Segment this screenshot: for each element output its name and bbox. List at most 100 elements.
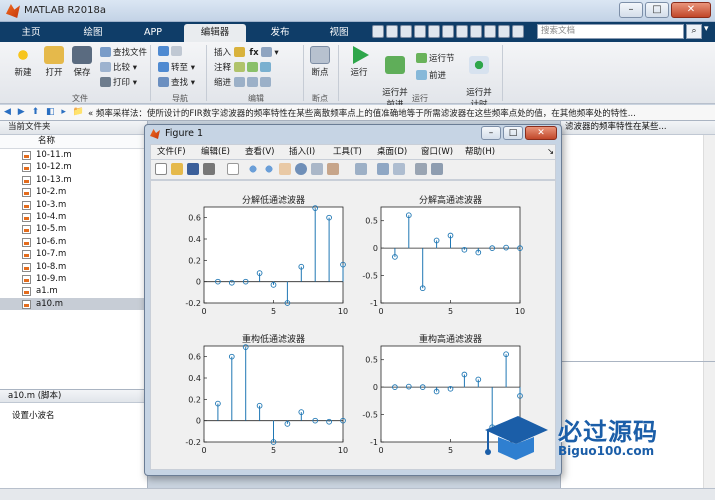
zoom-out-icon[interactable] xyxy=(263,163,275,175)
file-item[interactable]: 10-2.m xyxy=(0,186,147,198)
figure-minimize-button[interactable]: – xyxy=(481,126,501,140)
find-files-button[interactable]: 查找文件 xyxy=(100,46,147,58)
group-edit-label: 编辑 xyxy=(248,94,264,103)
brush-icon[interactable] xyxy=(327,163,339,175)
quick-access-redo-icon[interactable] xyxy=(442,25,454,38)
quick-access-menu-icon[interactable] xyxy=(512,25,524,38)
legend-icon[interactable] xyxy=(393,163,405,175)
tab-plots[interactable]: 绘图 xyxy=(64,24,122,42)
open-button[interactable]: 打开 xyxy=(40,46,68,78)
y-tick-label: 0.4 xyxy=(188,235,201,244)
tab-editor[interactable]: 编辑器 xyxy=(184,24,246,42)
name-column-header[interactable]: 名称 xyxy=(0,135,147,149)
group-run-label: 运行 xyxy=(412,94,428,103)
advance-button[interactable]: 前进 xyxy=(416,69,446,81)
quick-access-copy-icon[interactable] xyxy=(400,25,412,38)
tab-publish[interactable]: 发布 xyxy=(252,24,308,42)
watermark: 必过源码 Biguo100.com xyxy=(480,408,710,468)
file-item[interactable]: 10-7.m xyxy=(0,248,147,260)
file-item[interactable]: 10-6.m xyxy=(0,236,147,248)
maximize-button[interactable]: □ xyxy=(645,2,669,18)
breakpoints-button[interactable]: 断点 xyxy=(308,46,332,78)
file-item[interactable]: 10-4.m xyxy=(0,211,147,223)
file-list: 10-11.m 10-12.m 10-13.m 10-2.m 10-3.m 10… xyxy=(0,149,147,311)
file-item[interactable]: 10-8.m xyxy=(0,261,147,273)
m-file-icon xyxy=(22,299,31,309)
tab-home[interactable]: 主页 xyxy=(8,24,54,42)
run-section-button[interactable]: 运行节 xyxy=(416,52,455,64)
colorbar-icon[interactable] xyxy=(377,163,389,175)
indent-button[interactable]: 缩进 xyxy=(214,76,273,88)
file-item[interactable]: a1.m xyxy=(0,285,147,297)
menu-insert[interactable]: 插入(I) xyxy=(289,145,315,160)
insert-button[interactable]: 插入 fx ▾ xyxy=(214,46,279,58)
file-item[interactable]: 10-13.m xyxy=(0,174,147,186)
show-plot-tools-icon[interactable] xyxy=(431,163,443,175)
figure-close-button[interactable]: ✕ xyxy=(525,126,557,140)
comment-button[interactable]: 注释 xyxy=(214,61,273,73)
tab-view[interactable]: 视图 xyxy=(312,24,366,42)
figure-maximize-button[interactable]: □ xyxy=(503,126,523,140)
watermark-url: Biguo100.com xyxy=(558,444,655,458)
quick-access-help-icon[interactable] xyxy=(470,25,482,38)
link-plot-icon[interactable] xyxy=(355,163,367,175)
new-button[interactable]: 新建 xyxy=(8,46,38,78)
x-tick-label: 0 xyxy=(378,446,383,455)
search-icon[interactable]: ⌕ xyxy=(686,24,702,39)
menu-window[interactable]: 窗口(W) xyxy=(421,145,453,160)
quick-access-switch-icon[interactable] xyxy=(456,25,468,38)
m-file-icon xyxy=(22,250,31,260)
quick-access-paste-icon[interactable] xyxy=(414,25,426,38)
print-figure-icon[interactable] xyxy=(203,163,215,175)
file-item[interactable]: 10-11.m xyxy=(0,149,147,161)
pointer-icon[interactable] xyxy=(227,163,239,175)
quick-access-undo-icon[interactable] xyxy=(428,25,440,38)
compare-button[interactable]: 比较 ▾ xyxy=(100,61,137,73)
back-forward-buttons[interactable] xyxy=(158,46,184,57)
print-button[interactable]: 打印 ▾ xyxy=(100,76,137,88)
pan-icon[interactable] xyxy=(279,163,291,175)
menu-dock-icon[interactable]: ↘ xyxy=(547,145,554,160)
hide-plot-tools-icon[interactable] xyxy=(415,163,427,175)
search-documentation-input[interactable]: 搜索文档 xyxy=(537,24,684,39)
figure-menu-bar: 文件(F) 编辑(E) 查看(V) 插入(I) 工具(T) 桌面(D) 窗口(W… xyxy=(150,144,556,160)
quick-access-cut-icon[interactable] xyxy=(386,25,398,38)
file-item[interactable]: 10-9.m xyxy=(0,273,147,285)
quick-access-save-icon[interactable] xyxy=(372,25,384,38)
menu-edit[interactable]: 编辑(E) xyxy=(201,145,230,160)
tab-apps[interactable]: APP xyxy=(124,24,182,42)
close-button[interactable]: ✕ xyxy=(671,2,711,18)
file-item-selected[interactable]: a10.m xyxy=(0,297,147,311)
save-button[interactable]: 保存 xyxy=(68,46,96,78)
y-tick-label: 0 xyxy=(196,417,201,426)
address-path[interactable]: « 频率采样法：使所设计的FIR数字滤波器的频率特性在某些离散频率点上的值准确地… xyxy=(88,107,636,119)
data-cursor-icon[interactable] xyxy=(311,163,323,175)
rotate-3d-icon[interactable] xyxy=(295,163,307,175)
details-header: a10.m (脚本) xyxy=(0,389,148,403)
file-item[interactable]: 10-5.m xyxy=(0,223,147,235)
open-file-icon[interactable] xyxy=(171,163,183,175)
quick-access-more-icon[interactable] xyxy=(498,25,510,38)
new-figure-icon[interactable] xyxy=(155,163,167,175)
y-tick-label: 0.6 xyxy=(188,353,201,362)
menu-help[interactable]: 帮助(H) xyxy=(465,145,495,160)
file-item[interactable]: 10-12.m xyxy=(0,161,147,173)
menu-tools[interactable]: 工具(T) xyxy=(333,145,362,160)
menu-view[interactable]: 查看(V) xyxy=(245,145,274,160)
menu-file[interactable]: 文件(F) xyxy=(157,145,186,160)
run-button[interactable]: 运行 xyxy=(344,46,374,78)
quick-access-layout-icon[interactable] xyxy=(484,25,496,38)
run-advance-icon xyxy=(385,56,405,74)
goto-button[interactable]: 转至 ▾ xyxy=(158,61,195,73)
m-file-icon xyxy=(22,200,31,210)
file-item[interactable]: 10-3.m xyxy=(0,199,147,211)
y-tick-label: 0 xyxy=(196,278,201,287)
help-menu-icon[interactable]: ▾ xyxy=(704,24,714,34)
zoom-in-icon[interactable] xyxy=(247,163,259,175)
menu-desktop[interactable]: 桌面(D) xyxy=(377,145,407,160)
save-figure-icon[interactable] xyxy=(187,163,199,175)
panel-divider[interactable] xyxy=(561,361,715,362)
minimize-button[interactable]: – xyxy=(619,2,643,18)
nav-arrows[interactable]: ◀ ▶ ⬆ ◧ ▸ 📁 xyxy=(4,107,86,117)
find-button[interactable]: 查找 ▾ xyxy=(158,76,195,88)
